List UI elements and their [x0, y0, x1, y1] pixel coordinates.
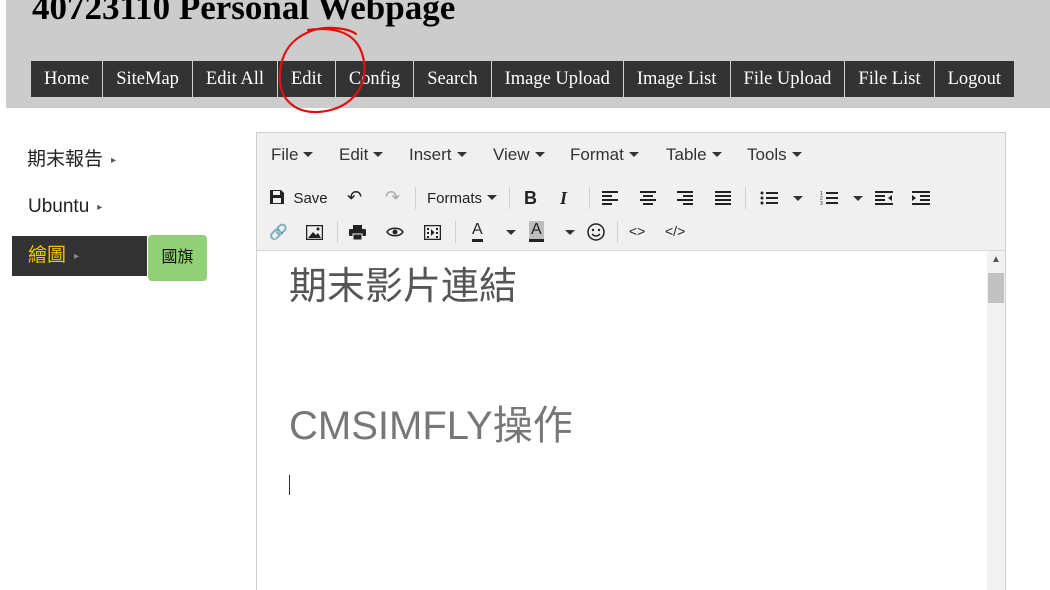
svg-text:3: 3 [820, 201, 823, 206]
caret-down-icon [793, 196, 803, 201]
caret-down-icon [487, 195, 498, 200]
caret-down-icon [628, 152, 639, 157]
source-code-button[interactable]: </> [665, 223, 685, 239]
link-icon[interactable]: 🔗 [269, 223, 288, 241]
sidebar-item-ubuntu[interactable]: Ubuntu ▸ [12, 187, 102, 227]
bullet-list-dropdown[interactable] [788, 191, 803, 209]
caret-down-icon [456, 152, 467, 157]
sidebar-item-label: 期末報告 [27, 149, 104, 170]
nav-sitemap[interactable]: SiteMap [103, 61, 193, 97]
toolbar-divider [337, 221, 338, 243]
background-color-dropdown[interactable] [560, 225, 575, 243]
sidebar-subitem-flag[interactable]: 國旗 [148, 235, 207, 281]
numbered-list-icon[interactable]: 123 [820, 190, 838, 206]
toolbar-divider [509, 187, 510, 209]
nav-image-list[interactable]: Image List [624, 61, 731, 97]
editor-toolbar: Save ↶ ↷ Formats B I 123 🔗 A A <> </> [257, 177, 1005, 251]
red-circle-annotation [278, 26, 366, 114]
top-navbar: Home SiteMap Edit All Edit Config Search… [31, 61, 1015, 97]
site-title: 40723110 Personal Webpage [32, 0, 456, 27]
bullet-list-icon[interactable] [760, 191, 778, 205]
emoticon-smile-icon[interactable] [587, 223, 605, 241]
menu-table[interactable]: Table [666, 145, 722, 165]
editor-scrollbar[interactable]: ▲ [987, 251, 1005, 590]
align-center-icon[interactable] [640, 191, 656, 205]
nav-logout[interactable]: Logout [935, 61, 1014, 97]
toolbar-divider [455, 221, 456, 243]
content-heading-video-link: 期末影片連結 [289, 266, 518, 308]
caret-down-icon [711, 152, 722, 157]
caret-down-icon [303, 152, 314, 157]
toolbar-divider [745, 187, 746, 209]
code-sample-button[interactable]: <> [629, 223, 645, 239]
align-justify-icon[interactable] [715, 191, 731, 205]
nav-image-upload[interactable]: Image Upload [492, 61, 624, 97]
caret-down-icon [853, 196, 863, 201]
media-film-icon[interactable] [424, 225, 441, 240]
align-right-icon[interactable] [677, 191, 693, 205]
italic-button[interactable]: I [560, 188, 567, 209]
outdent-icon[interactable] [875, 191, 893, 205]
chevron-right-icon: ▸ [97, 202, 103, 213]
nav-home[interactable]: Home [31, 61, 104, 97]
nav-file-list[interactable]: File List [845, 61, 935, 97]
sidebar-item-final-report[interactable]: 期末報告 ▸ [12, 140, 116, 180]
nav-search[interactable]: Search [414, 61, 492, 97]
menu-format[interactable]: Format [570, 145, 639, 165]
caret-down-icon [791, 152, 802, 157]
sidebar-item-label: Ubuntu [28, 196, 90, 217]
caret-down-icon [534, 152, 545, 157]
undo-icon[interactable]: ↶ [347, 187, 362, 208]
scrollbar-thumb[interactable] [988, 273, 1004, 303]
chevron-right-icon: ▸ [111, 155, 117, 166]
toolbar-divider [415, 187, 416, 209]
save-icon [270, 190, 284, 204]
bold-button[interactable]: B [524, 188, 537, 209]
nav-edit-all[interactable]: Edit All [193, 61, 278, 97]
site-header: 40723110 Personal Webpage Home SiteMap E… [6, 0, 1050, 108]
sidebar-item-drawing[interactable]: 繪圖 ▸ [12, 236, 147, 276]
menu-insert[interactable]: Insert [409, 145, 467, 165]
chevron-right-icon: ▸ [74, 251, 80, 262]
caret-down-icon [506, 230, 516, 235]
caret-down-icon [565, 230, 575, 235]
align-left-icon[interactable] [602, 191, 618, 205]
caret-down-icon [373, 152, 384, 157]
rich-text-editor: File Edit Insert View Format Table Tools… [256, 132, 1006, 590]
font-color-button[interactable]: A [472, 221, 483, 242]
nav-file-upload[interactable]: File Upload [731, 61, 846, 97]
menu-edit[interactable]: Edit [339, 145, 384, 165]
sidebar-item-label: 繪圖 [28, 245, 67, 266]
print-icon[interactable] [349, 225, 366, 240]
toolbar-divider [589, 187, 590, 209]
image-icon[interactable] [306, 225, 323, 240]
indent-icon[interactable] [912, 191, 930, 205]
toolbar-divider [617, 221, 618, 243]
save-button[interactable]: Save [269, 189, 328, 208]
menu-view[interactable]: View [493, 145, 545, 165]
numbered-list-dropdown[interactable] [848, 191, 863, 209]
font-color-dropdown[interactable] [501, 225, 516, 243]
content-heading-cmsimfly: CMSIMFLY操作 [289, 404, 573, 448]
preview-eye-icon[interactable] [386, 226, 404, 238]
menu-file[interactable]: File [271, 145, 314, 165]
scroll-up-arrow-icon[interactable]: ▲ [987, 251, 1005, 269]
editor-menubar: File Edit Insert View Format Table Tools [257, 133, 1005, 177]
redo-icon[interactable]: ↷ [385, 187, 400, 208]
background-color-button[interactable]: A [529, 221, 544, 242]
formats-dropdown[interactable]: Formats [427, 190, 498, 207]
editor-content-area[interactable]: 期末影片連結 CMSIMFLY操作 [257, 251, 987, 590]
menu-tools[interactable]: Tools [747, 145, 802, 165]
text-cursor [289, 475, 290, 495]
